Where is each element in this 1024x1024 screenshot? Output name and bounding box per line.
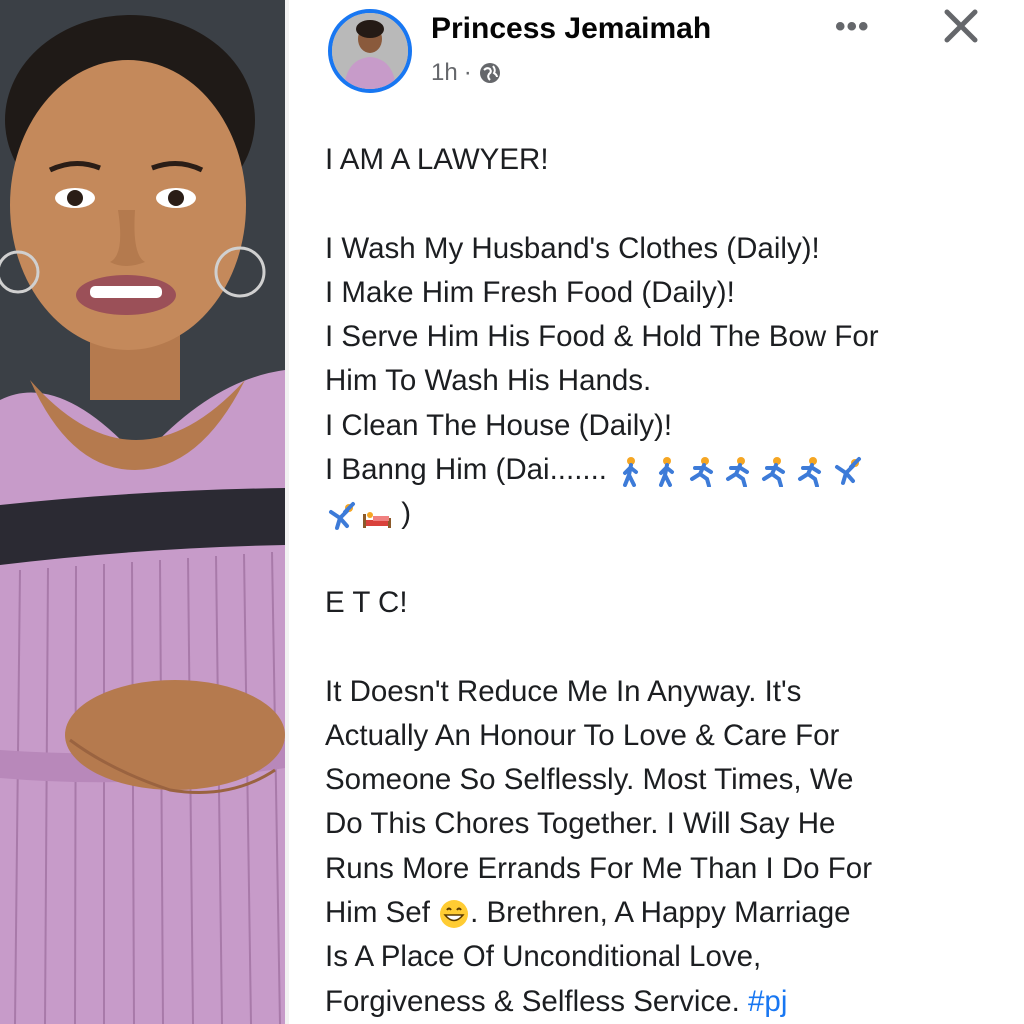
post-meta: 1h ·	[431, 59, 502, 87]
more-options-button[interactable]: •••	[835, 10, 870, 44]
post-line: I AM A LAWYER!	[325, 143, 549, 176]
walking-person-icon	[659, 457, 675, 488]
running-person-icon	[798, 457, 822, 488]
post-line: E T C!	[325, 585, 408, 619]
avatar[interactable]	[328, 9, 412, 93]
post-line: Him To Wash His Hands.	[325, 364, 652, 398]
post-line: I Serve Him His Food & Hold The Bow For	[325, 320, 879, 354]
post-line: Do This Chores Together. I Will Say He	[325, 807, 836, 841]
cartwheel-person-icon	[329, 501, 355, 530]
post-line-text: Him Sef	[325, 896, 439, 930]
cartwheel-person-icon	[835, 457, 862, 486]
post-line-text: )	[401, 497, 412, 531]
avatar-image	[332, 13, 408, 89]
post-line-with-hashtag: Forgiveness & Selfless Service. #pj	[325, 980, 1005, 1024]
post-line: I Make Him Fresh Food (Daily)!	[325, 275, 735, 309]
running-person-icon	[726, 457, 750, 488]
post-line: It Doesn't Reduce Me In Anyway. It's	[325, 674, 802, 708]
post-line: Someone So Selflessly. Most Times, We	[325, 763, 854, 797]
walking-person-icon	[623, 457, 639, 488]
emoji-row	[325, 500, 393, 532]
meta-separator: ·	[463, 59, 472, 86]
post-line: Runs More Errands For Me Than I Do For	[325, 851, 873, 885]
close-icon[interactable]	[941, 6, 981, 46]
post-line-with-emoji: Him Sef . Brethren, A Happy Marriage	[325, 891, 1005, 935]
profile-photo	[0, 0, 285, 1024]
globe-icon	[479, 63, 500, 83]
post-line: I Clean The House (Daily)!	[325, 408, 673, 442]
post-body: I AM A LAWYER! I Wash My Husband's Cloth…	[325, 138, 1005, 1024]
post-line-text: I Banng Him (Dai.......	[325, 453, 607, 487]
woman-portrait-image	[0, 0, 285, 1024]
post-line-with-emoji: I Banng Him (Dai.......	[325, 448, 1005, 492]
running-person-icon	[762, 457, 786, 488]
person-in-bed-icon	[363, 511, 391, 528]
post-line-text: . Brethren, A Happy Marriage	[470, 896, 851, 930]
grinning-face-icon	[440, 900, 469, 929]
author-name[interactable]: Princess Jemaimah	[431, 12, 711, 46]
post-panel: Princess Jemaimah 1h · ••• I AM A LAWYER…	[289, 0, 1024, 1024]
hashtag-link[interactable]: #pj	[748, 985, 787, 1018]
post-line: Actually An Honour To Love & Care For	[325, 718, 840, 752]
post-line-text: Forgiveness & Selfless Service.	[325, 984, 748, 1018]
post-line: Is A Place Of Unconditional Love,	[325, 940, 762, 974]
screenshot: Princess Jemaimah 1h · ••• I AM A LAWYER…	[0, 0, 1024, 1024]
emoji-row	[615, 455, 863, 488]
post-time[interactable]: 1h	[431, 59, 458, 87]
post-line-with-emoji: )	[325, 492, 1005, 536]
running-person-icon	[690, 457, 714, 488]
post-line: I Wash My Husband's Clothes (Daily)!	[325, 231, 820, 265]
